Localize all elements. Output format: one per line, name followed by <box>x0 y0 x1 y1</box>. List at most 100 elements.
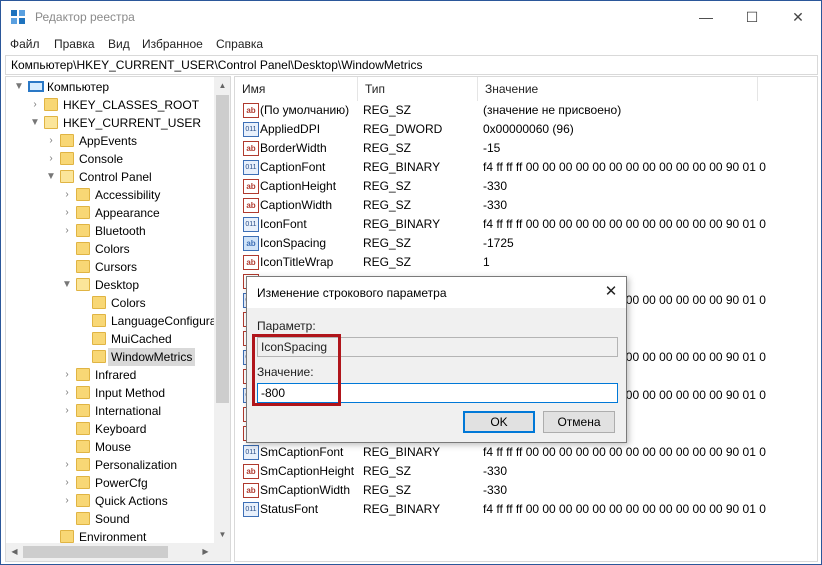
value-row[interactable]: ab BorderWidth REG_SZ -15 <box>235 139 817 158</box>
ok-button[interactable]: OK <box>463 411 535 433</box>
collapsed-arrow-icon[interactable]: › <box>62 456 72 474</box>
collapsed-arrow-icon[interactable]: › <box>62 492 72 510</box>
collapsed-arrow-icon[interactable]: › <box>46 132 56 150</box>
value-row[interactable]: ab CaptionWidth REG_SZ -330 <box>235 196 817 215</box>
collapsed-arrow-icon[interactable]: › <box>62 204 72 222</box>
menu-edit[interactable]: Правка <box>54 37 95 51</box>
scroll-up-icon[interactable]: ▲ <box>214 77 230 94</box>
menu-favorites[interactable]: Избранное <box>142 37 203 51</box>
collapsed-arrow-icon[interactable]: › <box>62 186 72 204</box>
value-data: f4 ff ff ff 00 00 00 00 00 00 00 00 00 0… <box>483 160 766 174</box>
binary-value-icon: 011 <box>243 502 259 517</box>
tree-item[interactable]: ▼ Control Panel <box>6 168 214 186</box>
dialog-title-bar[interactable]: Изменение строкового параметра ✕ <box>247 277 626 308</box>
tree-item[interactable]: Mouse <box>6 438 214 456</box>
tree-item[interactable]: Colors <box>6 240 214 258</box>
tree-item[interactable]: › Accessibility <box>6 186 214 204</box>
tree-item[interactable]: › Appearance <box>6 204 214 222</box>
tree-item[interactable]: › Quick Actions <box>6 492 214 510</box>
tree-item-label: Mouse <box>95 440 132 454</box>
column-header-data[interactable]: Значение <box>478 77 758 101</box>
expanded-arrow-icon[interactable]: ▼ <box>14 78 24 96</box>
collapsed-arrow-icon[interactable]: › <box>46 150 56 168</box>
tree-item[interactable]: › Bluetooth <box>6 222 214 240</box>
registry-tree[interactable]: ▼ Компьютер › HKEY_CLASSES_ROOT ▼ HKEY_CURREN… <box>5 76 231 562</box>
tree-horizontal-scrollbar[interactable]: ◀ ▶ <box>6 543 230 561</box>
expanded-arrow-icon[interactable]: ▼ <box>46 168 56 186</box>
scroll-left-icon[interactable]: ◀ <box>6 543 23 561</box>
tree-scroll-thumb[interactable] <box>216 95 229 403</box>
value-name: BorderWidth <box>260 141 327 155</box>
value-type: REG_SZ <box>363 255 412 269</box>
cancel-button[interactable]: Отмена <box>543 411 615 433</box>
tree-item[interactable]: › Input Method <box>6 384 214 402</box>
value-row[interactable]: 011 AppliedDPI REG_DWORD 0x00000060 (96) <box>235 120 817 139</box>
tree-item[interactable]: Sound <box>6 510 214 528</box>
tree-hscroll-thumb[interactable] <box>23 546 168 558</box>
dialog-close-button[interactable]: ✕ <box>596 277 626 308</box>
value-name: CaptionHeight <box>260 179 337 193</box>
title-bar[interactable]: Редактор реестра — ☐ ✕ <box>1 1 821 33</box>
scroll-down-icon[interactable]: ▼ <box>214 526 230 543</box>
binary-value-icon: 011 <box>243 445 259 460</box>
address-bar[interactable]: Компьютер\HKEY_CURRENT_USER\Control Pane… <box>5 55 818 75</box>
tree-item-label: PowerCfg <box>95 476 148 490</box>
collapsed-arrow-icon[interactable]: › <box>62 384 72 402</box>
value-row[interactable]: ab SmCaptionHeight REG_SZ -330 <box>235 462 817 481</box>
tree-item[interactable]: Cursors <box>6 258 214 276</box>
value-row[interactable]: 011 StatusFont REG_BINARY f4 ff ff ff 00 00… <box>235 500 817 519</box>
collapsed-arrow-icon[interactable]: › <box>62 402 72 420</box>
minimize-button[interactable]: — <box>683 1 729 33</box>
tree-item[interactable]: › Personalization <box>6 456 214 474</box>
window-title: Редактор реестра <box>35 10 135 24</box>
collapsed-arrow-icon <box>78 294 88 312</box>
tree-item-label: WindowMetrics <box>108 348 196 366</box>
value-row[interactable]: 011 SmCaptionFont REG_BINARY f4 ff ff ff 00… <box>235 443 817 462</box>
value-type: REG_BINARY <box>363 502 441 516</box>
value-type: REG_SZ <box>363 464 412 478</box>
value-row[interactable]: ab IconSpacing REG_SZ -1725 <box>235 234 817 253</box>
value-row[interactable]: ab CaptionHeight REG_SZ -330 <box>235 177 817 196</box>
scroll-right-icon[interactable]: ▶ <box>197 543 214 561</box>
binary-value-icon: 011 <box>243 160 259 175</box>
tree-item-label: Infrared <box>95 368 137 382</box>
maximize-button[interactable]: ☐ <box>729 1 775 33</box>
collapsed-arrow-icon[interactable]: › <box>30 96 40 114</box>
tree-item[interactable]: › PowerCfg <box>6 474 214 492</box>
menu-view[interactable]: Вид <box>108 37 130 51</box>
tree-item[interactable]: ▼ Компьютер <box>6 78 214 96</box>
column-header-name[interactable]: Имя <box>235 77 358 101</box>
tree-item[interactable]: Colors <box>6 294 214 312</box>
tree-item[interactable]: ▼ HKEY_CURRENT_USER <box>6 114 214 132</box>
value-row[interactable]: ab IconTitleWrap REG_SZ 1 <box>235 253 817 272</box>
tree-item-label: Colors <box>111 296 146 310</box>
tree-item[interactable]: MuiCached <box>6 330 214 348</box>
tree-item[interactable]: › International <box>6 402 214 420</box>
collapsed-arrow-icon <box>62 510 72 528</box>
folder-icon <box>44 98 58 111</box>
tree-vertical-scrollbar[interactable]: ▲ ▼ <box>214 77 230 543</box>
value-row[interactable]: ab SmCaptionWidth REG_SZ -330 <box>235 481 817 500</box>
tree-item[interactable]: Keyboard <box>6 420 214 438</box>
tree-item[interactable]: ▼ Desktop <box>6 276 214 294</box>
value-row[interactable]: 011 CaptionFont REG_BINARY f4 ff ff ff 00 0… <box>235 158 817 177</box>
value-row[interactable]: ab (По умолчанию) REG_SZ (значение не присв… <box>235 101 817 120</box>
tree-item-label: LanguageConfigura <box>111 314 217 328</box>
tree-item-label: Quick Actions <box>95 494 168 508</box>
tree-item[interactable]: LanguageConfigura <box>6 312 217 330</box>
tree-item[interactable]: › AppEvents <box>6 132 214 150</box>
tree-item[interactable]: › Console <box>6 150 214 168</box>
close-button[interactable]: ✕ <box>775 1 821 33</box>
collapsed-arrow-icon[interactable]: › <box>62 366 72 384</box>
menu-help[interactable]: Справка <box>216 37 263 51</box>
column-header-type[interactable]: Тип <box>358 77 478 101</box>
menu-file[interactable]: Файл <box>10 37 40 51</box>
tree-item[interactable]: › HKEY_CLASSES_ROOT <box>6 96 214 114</box>
value-row[interactable]: 011 IconFont REG_BINARY f4 ff ff ff 00 00 0… <box>235 215 817 234</box>
expanded-arrow-icon[interactable]: ▼ <box>30 114 40 132</box>
expanded-arrow-icon[interactable]: ▼ <box>62 276 72 294</box>
collapsed-arrow-icon[interactable]: › <box>62 474 72 492</box>
collapsed-arrow-icon[interactable]: › <box>62 222 72 240</box>
tree-item[interactable]: › Infrared <box>6 366 214 384</box>
tree-item[interactable]: WindowMetrics <box>6 348 214 366</box>
